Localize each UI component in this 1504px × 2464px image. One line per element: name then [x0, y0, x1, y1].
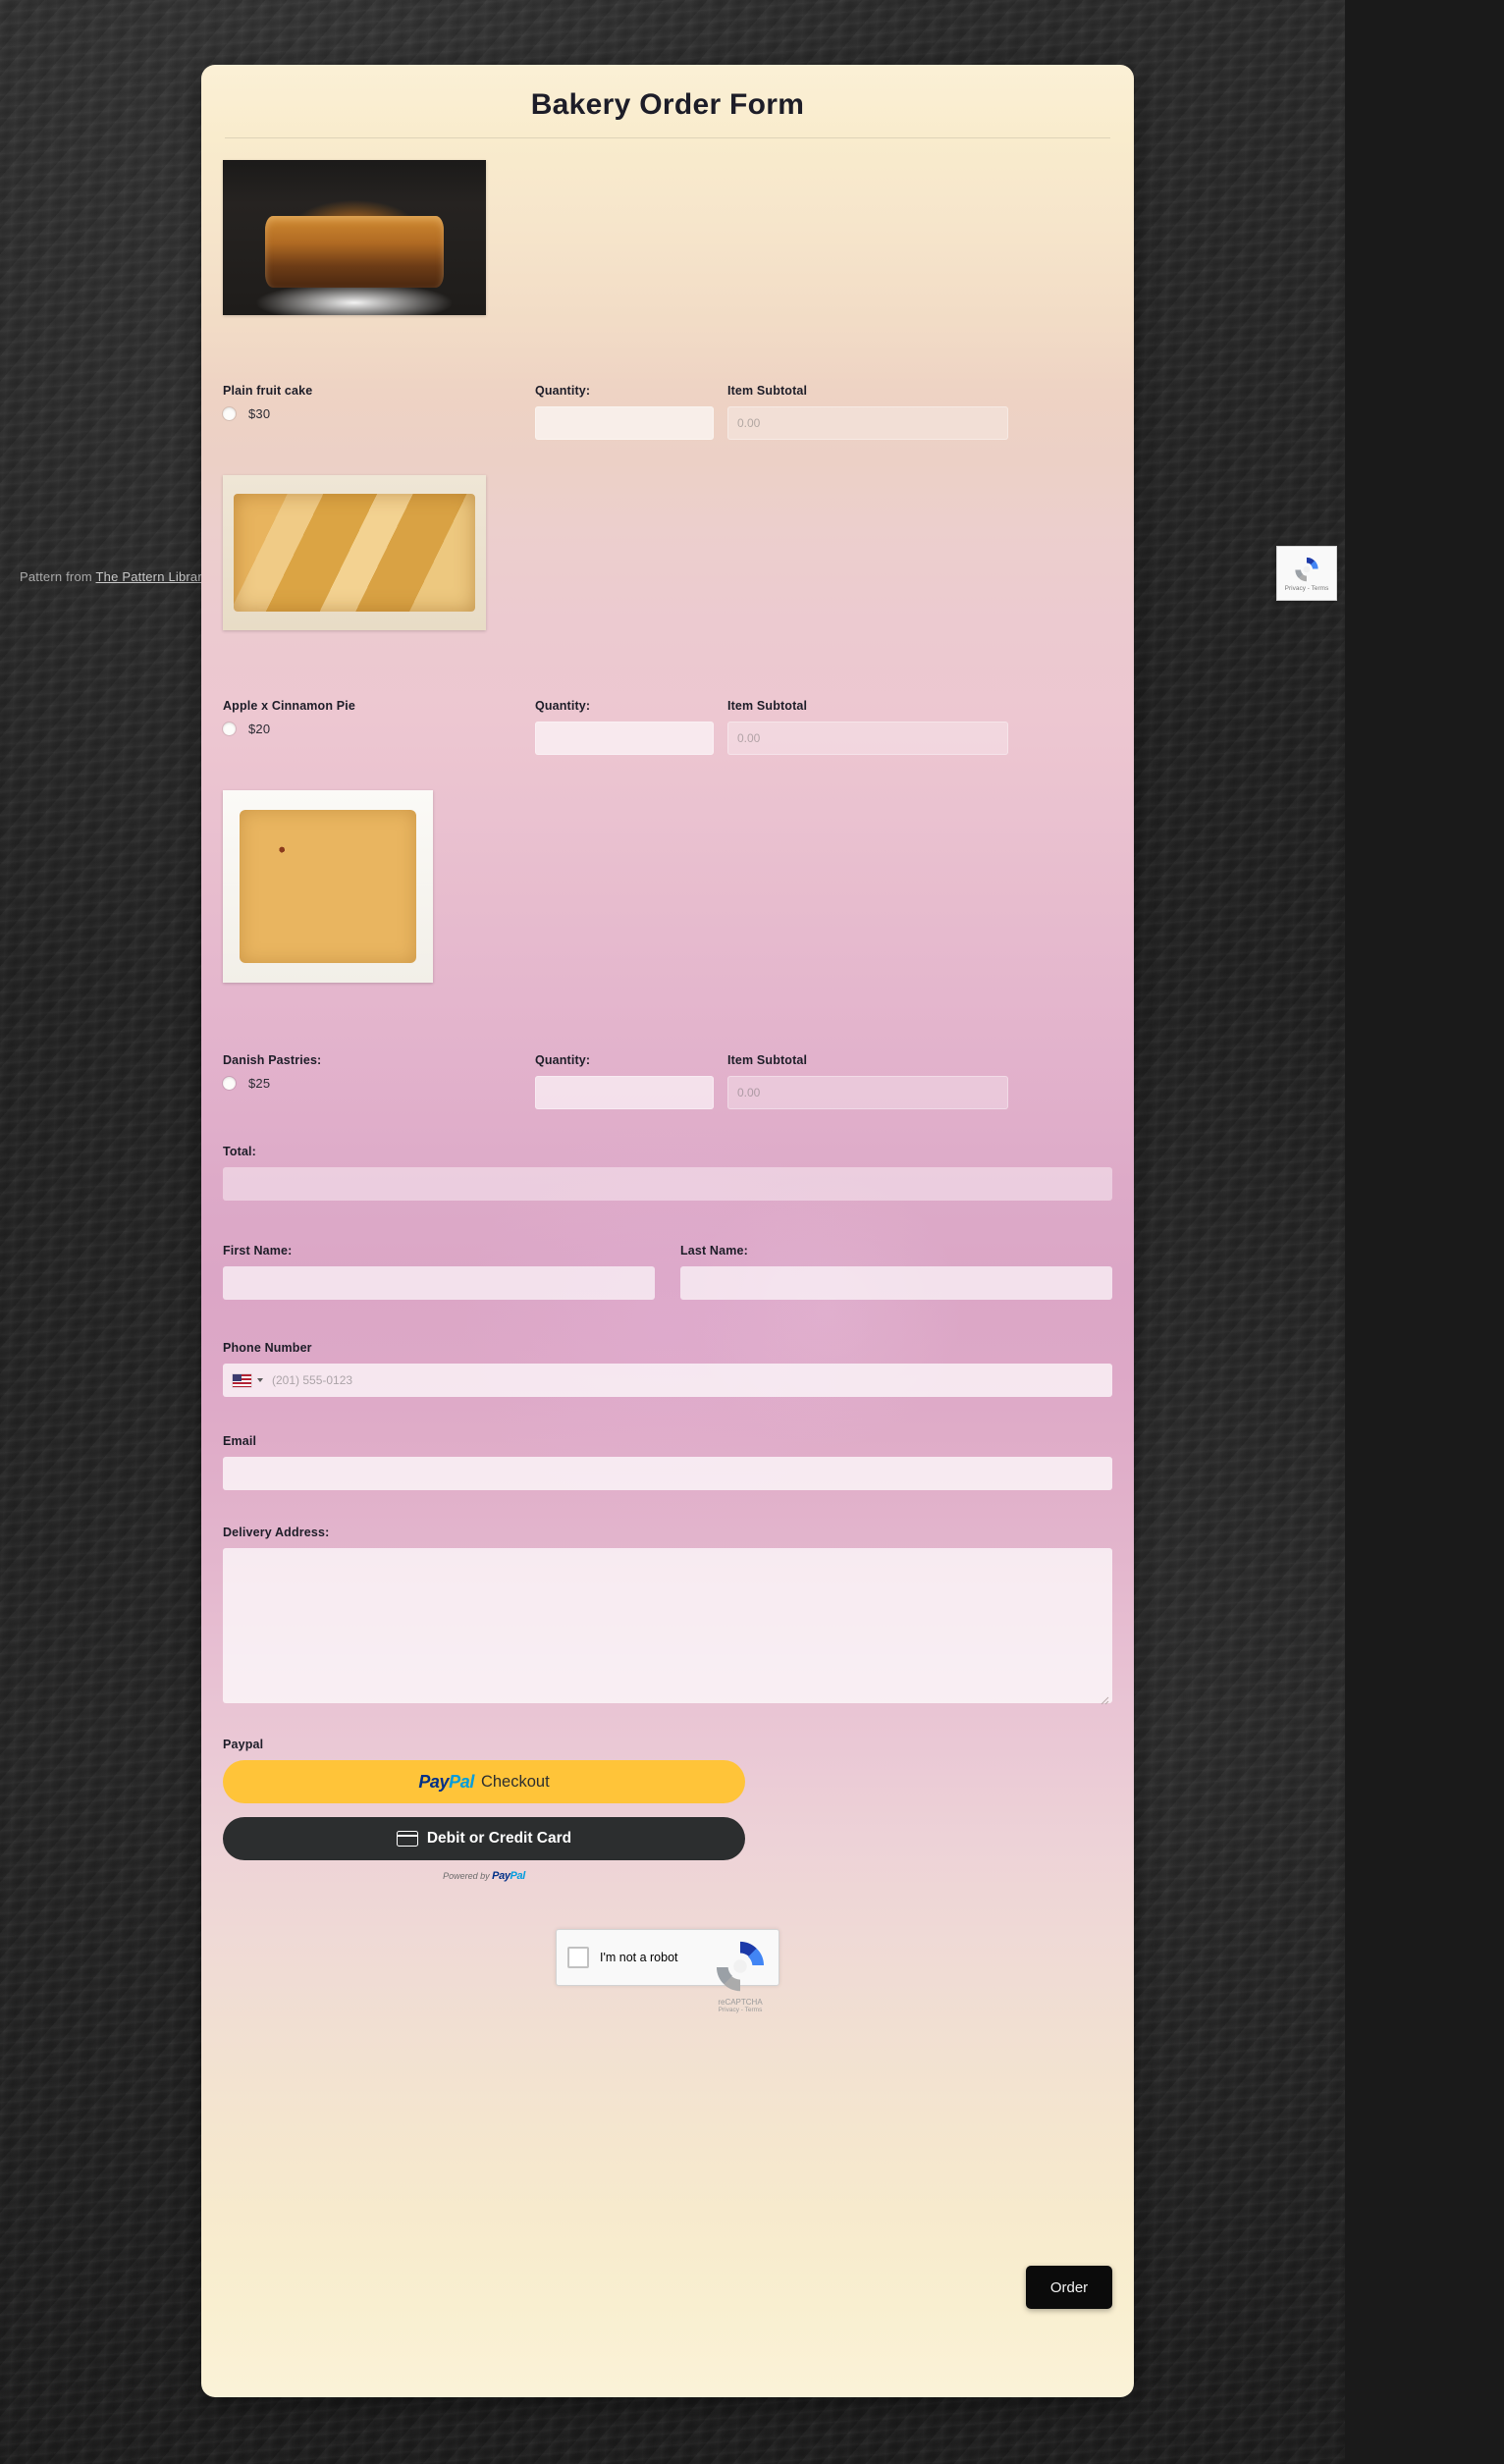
- paypal-checkout-label: Checkout: [480, 1772, 550, 1791]
- price-radio-plain-fruit-cake[interactable]: $30: [223, 406, 535, 421]
- subtotal-column: Item Subtotal: [727, 1053, 1012, 1109]
- paypal-wordmark: PayPal: [418, 1771, 474, 1792]
- paypal-checkout-button[interactable]: PayPal Checkout: [223, 1760, 745, 1803]
- price-label: $20: [248, 722, 271, 736]
- product-block-danish-pastries: Danish Pastries: $25 Quantity: Item Subt…: [223, 790, 1112, 1109]
- quantity-input-apple-cinnamon-pie[interactable]: [535, 722, 714, 755]
- recaptcha-checkbox-label: I'm not a robot: [600, 1951, 678, 1964]
- phone-field-group: Phone Number (201) 555-0123: [223, 1341, 1112, 1397]
- product-block-apple-cinnamon-pie: Apple x Cinnamon Pie $20 Quantity: Item …: [223, 475, 1112, 755]
- total-label: Total:: [223, 1145, 256, 1158]
- danish-pastries-photo: [223, 790, 433, 983]
- last-name-input[interactable]: [680, 1266, 1112, 1300]
- quantity-column: Quantity:: [535, 1053, 727, 1109]
- recaptcha-branding: reCAPTCHA Privacy - Terms: [710, 1936, 771, 2013]
- price-radio-apple-cinnamon-pie[interactable]: $20: [223, 722, 535, 736]
- product-name-label: Danish Pastries:: [223, 1053, 322, 1067]
- apple-cinnamon-pie-photo: [223, 475, 486, 630]
- quantity-column: Quantity:: [535, 384, 727, 440]
- phone-label: Phone Number: [223, 1341, 312, 1355]
- first-name-group: First Name:: [223, 1244, 680, 1300]
- powered-by-prefix: Powered by: [443, 1871, 493, 1881]
- recaptcha-brand-name: reCAPTCHA: [718, 1998, 763, 2007]
- product-name-column: Danish Pastries: $25: [223, 1053, 535, 1091]
- recaptcha-container: I'm not a robot reCAPTCHA Privacy - Term…: [223, 1929, 1112, 2013]
- quantity-input-plain-fruit-cake[interactable]: [535, 406, 714, 440]
- powered-by-paypal: Powered by PayPal: [223, 1870, 745, 1882]
- subtotal-column: Item Subtotal: [727, 384, 1012, 440]
- us-flag-icon[interactable]: [233, 1373, 251, 1387]
- subtotal-input-apple-cinnamon-pie[interactable]: [727, 722, 1008, 755]
- address-field-group: Delivery Address:: [223, 1526, 1112, 1708]
- radio-button-icon[interactable]: [223, 1077, 236, 1090]
- total-input[interactable]: [223, 1167, 1112, 1201]
- subtotal-label: Item Subtotal: [727, 699, 808, 713]
- subtotal-input-plain-fruit-cake[interactable]: [727, 406, 1008, 440]
- background-right-strip: [1345, 0, 1504, 2464]
- debit-credit-card-button[interactable]: Debit or Credit Card: [223, 1817, 745, 1860]
- phone-input-wrapper[interactable]: (201) 555-0123: [223, 1364, 1112, 1397]
- bakery-order-form-card: Bakery Order Form Plain fruit cake $30 Q…: [201, 65, 1134, 2397]
- debit-credit-card-label: Debit or Credit Card: [426, 1830, 572, 1847]
- subtotal-label: Item Subtotal: [727, 384, 808, 398]
- recaptcha-badge-legal[interactable]: Privacy - Terms: [1285, 585, 1329, 592]
- email-input[interactable]: [223, 1457, 1112, 1490]
- quantity-label: Quantity:: [535, 699, 591, 713]
- recaptcha-logo-icon: [710, 1936, 771, 1997]
- name-fields-row: First Name: Last Name:: [223, 1244, 1112, 1300]
- subtotal-column: Item Subtotal: [727, 699, 1012, 755]
- product-name-column: Apple x Cinnamon Pie $20: [223, 699, 535, 736]
- recaptcha-widget[interactable]: I'm not a robot reCAPTCHA Privacy - Term…: [556, 1929, 779, 2013]
- pattern-credit: Pattern from The Pattern Library: [20, 569, 209, 584]
- price-radio-danish-pastries[interactable]: $25: [223, 1076, 535, 1091]
- price-label: $30: [248, 406, 271, 421]
- product-name-label: Plain fruit cake: [223, 384, 313, 398]
- quantity-label: Quantity:: [535, 1053, 591, 1067]
- price-label: $25: [248, 1076, 271, 1091]
- email-field-group: Email: [223, 1434, 1112, 1490]
- phone-placeholder-text: (201) 555-0123: [272, 1373, 353, 1387]
- pattern-credit-prefix: Pattern from: [20, 569, 96, 584]
- address-label: Delivery Address:: [223, 1526, 330, 1539]
- product-name-label: Apple x Cinnamon Pie: [223, 699, 355, 713]
- paypal-wordmark-small: PayPal: [492, 1870, 525, 1882]
- chevron-down-icon[interactable]: [257, 1378, 263, 1382]
- subtotal-label: Item Subtotal: [727, 1053, 808, 1067]
- delivery-address-textarea[interactable]: [223, 1548, 1112, 1703]
- recaptcha-floating-badge[interactable]: Privacy - Terms: [1276, 546, 1337, 601]
- paypal-section: Paypal PayPal Checkout Debit or Credit C…: [223, 1738, 1112, 1882]
- recaptcha-logo-icon: [1292, 555, 1321, 584]
- pattern-library-link[interactable]: The Pattern Library: [96, 569, 209, 584]
- quantity-input-danish-pastries[interactable]: [535, 1076, 714, 1109]
- paypal-label: Paypal: [223, 1738, 264, 1751]
- first-name-input[interactable]: [223, 1266, 655, 1300]
- quantity-label: Quantity:: [535, 384, 591, 398]
- order-submit-button[interactable]: Order: [1026, 2266, 1112, 2309]
- radio-button-icon[interactable]: [223, 407, 236, 420]
- recaptcha-legal-links[interactable]: Privacy - Terms: [710, 2007, 771, 2013]
- recaptcha-checkbox[interactable]: [567, 1947, 589, 1968]
- credit-card-icon: [396, 1831, 418, 1847]
- product-name-column: Plain fruit cake $30: [223, 384, 535, 421]
- title-divider: [225, 137, 1110, 138]
- first-name-label: First Name:: [223, 1244, 293, 1258]
- page-title: Bakery Order Form: [530, 88, 805, 121]
- last-name-group: Last Name:: [680, 1244, 1112, 1300]
- radio-button-icon[interactable]: [223, 723, 236, 735]
- subtotal-input-danish-pastries[interactable]: [727, 1076, 1008, 1109]
- email-label: Email: [223, 1434, 257, 1448]
- quantity-column: Quantity:: [535, 699, 727, 755]
- last-name-label: Last Name:: [680, 1244, 748, 1258]
- total-field-group: Total:: [223, 1145, 1112, 1201]
- plain-fruit-cake-photo: [223, 160, 486, 315]
- product-block-plain-fruit-cake: Plain fruit cake $30 Quantity: Item Subt…: [223, 160, 1112, 440]
